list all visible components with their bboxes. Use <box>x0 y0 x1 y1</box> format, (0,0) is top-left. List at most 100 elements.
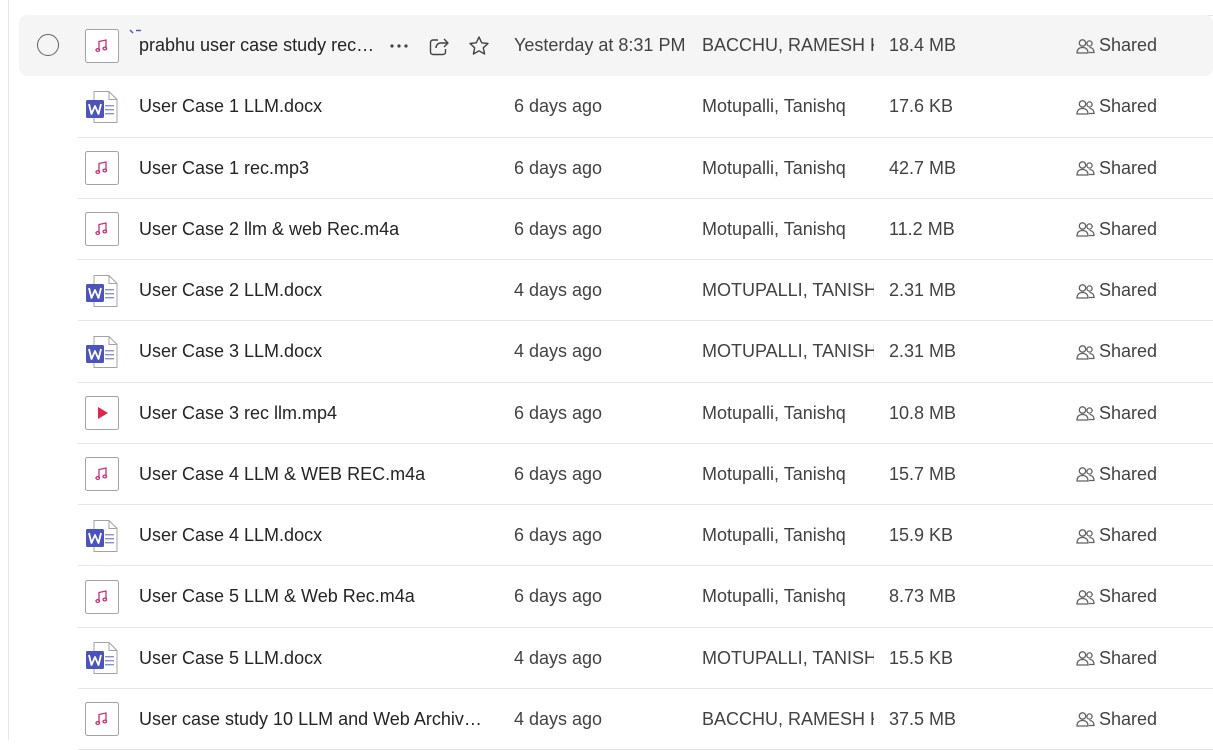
people-icon <box>1076 404 1099 422</box>
modified-by: Motupalli, Tanishq <box>702 157 846 178</box>
sharing-status[interactable]: Shared <box>1076 628 1157 689</box>
sharing-status[interactable]: Shared <box>1076 321 1157 382</box>
file-size: 8.73 MB <box>889 586 957 607</box>
modified-by: MOTUPALLI, TANISHQ <box>702 341 874 362</box>
sharing-label: Shared <box>1099 525 1158 546</box>
file-list: prabhu user case study recording.m4a Yest… <box>0 15 1213 750</box>
modified-date: 4 days ago <box>514 647 603 668</box>
more-icon[interactable] <box>388 35 410 57</box>
sharing-status[interactable]: Shared <box>1076 566 1157 627</box>
file-name-link[interactable]: User Case 3 LLM.docx <box>139 321 322 382</box>
audio-file-icon <box>85 579 119 614</box>
file-size: 11.2 MB <box>889 218 955 239</box>
sharing-label: Shared <box>1099 341 1158 362</box>
audio-file-icon <box>85 212 119 247</box>
sharing-label: Shared <box>1099 708 1158 729</box>
file-name-link[interactable]: User Case 5 LLM & Web Rec.m4a <box>139 566 415 627</box>
sharing-status[interactable]: Shared <box>1076 444 1157 505</box>
file-size: 15.9 KB <box>889 525 954 546</box>
sharing-label: Shared <box>1099 647 1158 668</box>
file-name-link[interactable]: prabhu user case study recording.m4a <box>139 15 379 76</box>
file-name-link[interactable]: User Case 3 rec llm.mp4 <box>139 383 337 444</box>
sharing-status[interactable]: Shared <box>1076 15 1157 76</box>
file-size: 10.8 MB <box>889 402 957 423</box>
people-icon <box>1076 37 1099 55</box>
row-select-checkbox[interactable] <box>37 33 59 56</box>
sharing-status[interactable]: Shared <box>1076 505 1157 566</box>
modified-by: Motupalli, Tanishq <box>702 586 846 607</box>
file-row[interactable]: User Case 3 LLM.docx 4 days ago MOTUPALLI,… <box>0 321 1213 383</box>
people-icon <box>1076 98 1099 116</box>
people-icon <box>1076 282 1099 300</box>
file-name-link[interactable]: User Case 1 LLM.docx <box>139 76 322 137</box>
star-icon[interactable] <box>468 35 490 57</box>
people-icon <box>1076 220 1099 238</box>
file-row[interactable]: User Case 1 rec.mp3 6 days ago Motupalli, … <box>0 138 1213 199</box>
file-row[interactable]: prabhu user case study recording.m4a Yest… <box>0 15 1213 77</box>
audio-file-icon <box>85 28 119 63</box>
people-icon <box>1076 159 1099 177</box>
file-row[interactable]: User Case 4 LLM.docx 6 days ago Motupalli,… <box>0 505 1213 567</box>
modified-date: 6 days ago <box>514 157 603 178</box>
word-file-icon <box>85 641 119 675</box>
word-file-icon <box>85 335 119 369</box>
modified-date: 6 days ago <box>514 586 603 607</box>
modified-date: 6 days ago <box>514 463 603 484</box>
file-row[interactable]: User Case 4 LLM & WEB REC.m4a 6 days ago M… <box>0 444 1213 505</box>
modified-by: Motupalli, Tanishq <box>702 463 846 484</box>
share-icon[interactable] <box>428 35 450 57</box>
sharing-label: Shared <box>1099 586 1158 607</box>
sharing-label: Shared <box>1099 157 1158 178</box>
file-size: 15.5 KB <box>889 647 954 668</box>
modified-date: 4 days ago <box>514 708 603 729</box>
file-row[interactable]: User Case 3 rec llm.mp4 6 days ago Motupal… <box>0 383 1213 444</box>
modified-date: 6 days ago <box>514 96 603 117</box>
file-size: 2.31 MB <box>889 341 957 362</box>
file-size: 15.7 MB <box>889 463 957 484</box>
people-icon <box>1076 527 1099 545</box>
file-row[interactable]: User case study 10 LLM and Web Archive.m… <box>0 689 1213 750</box>
sharing-status[interactable]: Shared <box>1076 260 1157 321</box>
file-name-link[interactable]: User Case 4 LLM.docx <box>139 505 322 566</box>
sharing-label: Shared <box>1099 218 1158 239</box>
word-file-icon <box>85 274 119 308</box>
word-file-icon <box>85 90 119 124</box>
sharing-label: Shared <box>1099 402 1158 423</box>
file-name-link[interactable]: User Case 2 llm & web Rec.m4a <box>139 199 399 260</box>
modified-date: 4 days ago <box>514 341 603 362</box>
file-name-link[interactable]: User Case 4 LLM & WEB REC.m4a <box>139 444 425 505</box>
modified-date: 6 days ago <box>514 218 603 239</box>
audio-file-icon <box>85 151 119 186</box>
file-name-link[interactable]: User case study 10 LLM and Web Archive.m… <box>139 689 491 750</box>
file-size: 2.31 MB <box>889 280 957 301</box>
file-size: 42.7 MB <box>889 157 957 178</box>
file-size: 17.6 KB <box>889 96 954 117</box>
modified-by: BACCHU, RAMESH KUMAR <box>702 708 874 729</box>
file-name-link[interactable]: User Case 1 rec.mp3 <box>139 138 309 199</box>
sharing-status[interactable]: Shared <box>1076 689 1157 750</box>
modified-by: Motupalli, Tanishq <box>702 402 846 423</box>
audio-file-icon <box>85 702 119 737</box>
file-row[interactable]: User Case 5 LLM.docx 4 days ago MOTUPALLI,… <box>0 628 1213 689</box>
sharing-status[interactable]: Shared <box>1076 138 1157 199</box>
sharing-label: Shared <box>1099 96 1158 117</box>
file-row[interactable]: User Case 2 LLM.docx 4 days ago MOTUPALLI,… <box>0 260 1213 322</box>
sharing-status[interactable]: Shared <box>1076 383 1157 444</box>
file-row[interactable]: User Case 1 LLM.docx 6 days ago Motupalli,… <box>0 76 1213 138</box>
file-name-link[interactable]: User Case 5 LLM.docx <box>139 628 322 689</box>
sharing-label: Shared <box>1099 463 1158 484</box>
people-icon <box>1076 710 1099 728</box>
file-row[interactable]: User Case 2 llm & web Rec.m4a 6 days ago M… <box>0 199 1213 260</box>
sharing-label: Shared <box>1099 35 1158 56</box>
sharing-status[interactable]: Shared <box>1076 199 1157 260</box>
people-icon <box>1076 465 1099 483</box>
people-icon <box>1076 588 1099 606</box>
file-size: 18.4 MB <box>889 35 957 56</box>
file-name-link[interactable]: User Case 2 LLM.docx <box>139 260 322 321</box>
file-row[interactable]: User Case 5 LLM & Web Rec.m4a 6 days ago M… <box>0 566 1213 628</box>
sharing-label: Shared <box>1099 280 1158 301</box>
sharing-status[interactable]: Shared <box>1076 76 1157 137</box>
modified-date: 4 days ago <box>514 280 603 301</box>
word-file-icon <box>85 519 119 553</box>
file-size: 37.5 MB <box>889 708 957 729</box>
